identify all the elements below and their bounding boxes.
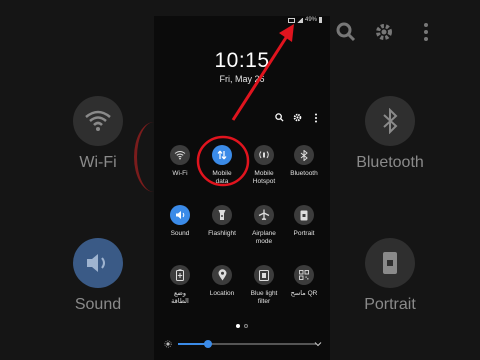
- quick-panel: 49% 10:15 Fri, May 26 Wi-Fi Mobile data …: [154, 16, 330, 360]
- clock-time: 10:15: [214, 49, 270, 72]
- battery-percent: 49%: [304, 17, 317, 23]
- status-bar: 49%: [287, 17, 322, 23]
- tile-label: ماسح QR: [290, 290, 318, 297]
- bg-bluetooth-icon: [365, 96, 415, 146]
- chevron-down-icon[interactable]: [314, 341, 322, 347]
- tile-label: Wi-Fi: [172, 170, 188, 177]
- bg-sound-label: Sound: [74, 296, 122, 313]
- panel-actions: [275, 112, 320, 123]
- bg-tile-sound: Sound: [50, 238, 146, 314]
- brightness-slider[interactable]: [164, 338, 324, 350]
- blue-light-icon: [254, 265, 274, 285]
- brightness-low-icon: [164, 340, 172, 348]
- gear-icon[interactable]: [293, 112, 302, 123]
- more-vert-icon[interactable]: [311, 112, 320, 123]
- search-icon[interactable]: [275, 112, 284, 123]
- bg-bluetooth-label: Bluetooth: [356, 154, 424, 171]
- bluetooth-icon: [294, 145, 314, 165]
- tile-label: وضع الطاقة: [171, 290, 189, 305]
- location-pin-icon: [212, 265, 232, 285]
- airplane-icon: [254, 205, 274, 225]
- bg-gear-icon: [374, 22, 398, 46]
- tile-label: Portrait: [293, 230, 315, 237]
- bg-tile-bluetooth: Bluetooth: [342, 96, 438, 172]
- bg-portrait-icon: [365, 238, 415, 288]
- bg-search-icon: [336, 22, 360, 46]
- tile-label: Sound: [170, 230, 190, 237]
- bg-tile-portrait: Portrait: [342, 238, 438, 314]
- tile-power-saving[interactable]: وضع الطاقة: [158, 265, 202, 306]
- tile-blue-light-filter[interactable]: Blue light filter: [242, 265, 286, 306]
- tile-bluetooth[interactable]: Bluetooth: [282, 145, 326, 178]
- battery-icon: [319, 17, 322, 23]
- bg-wifi-label: Wi-Fi: [79, 154, 117, 171]
- signal-icon: [296, 17, 303, 23]
- tile-mobile-hotspot[interactable]: Mobile Hotspot: [242, 145, 286, 186]
- page-dot-active[interactable]: [236, 324, 240, 328]
- tile-mobile-data[interactable]: Mobile data: [200, 145, 244, 186]
- bg-more-vert-icon: [416, 22, 440, 46]
- brightness-thumb[interactable]: [204, 340, 213, 348]
- tile-location[interactable]: Location: [200, 265, 244, 298]
- speaker-icon: [170, 205, 190, 225]
- brightness-track[interactable]: [178, 340, 316, 348]
- portrait-lock-icon: [294, 205, 314, 225]
- tile-sound[interactable]: Sound: [158, 205, 202, 238]
- tile-qr-scanner[interactable]: ماسح QR: [282, 265, 326, 298]
- qr-code-icon: [294, 265, 314, 285]
- battery-saver-icon: [170, 265, 190, 285]
- page-dot-inactive[interactable]: [244, 324, 248, 328]
- sim-icon: [287, 17, 295, 23]
- tile-label: Location: [209, 290, 235, 297]
- tile-label: Mobile Hotspot: [252, 170, 276, 185]
- tile-label: Flashlight: [208, 230, 236, 237]
- bg-speaker-icon: [73, 238, 123, 288]
- tile-label: Bluetooth: [290, 170, 318, 177]
- tile-flashlight[interactable]: Flashlight: [200, 205, 244, 238]
- tile-portrait[interactable]: Portrait: [282, 205, 326, 238]
- bg-tile-wifi: Wi-Fi: [50, 96, 146, 172]
- clock-date[interactable]: Fri, May 26: [154, 74, 330, 84]
- bg-portrait-label: Portrait: [364, 296, 416, 313]
- flashlight-icon: [212, 205, 232, 225]
- tile-airplane-mode[interactable]: Airplane mode: [242, 205, 286, 246]
- hotspot-icon: [254, 145, 274, 165]
- bg-wifi-icon: [73, 96, 123, 146]
- tile-label: Blue light filter: [250, 290, 278, 305]
- wifi-icon: [170, 145, 190, 165]
- data-arrows-icon: [212, 145, 232, 165]
- tile-label: Airplane mode: [252, 230, 276, 245]
- page-indicator: [236, 324, 248, 328]
- tile-label: Mobile data: [212, 170, 232, 185]
- tile-wifi[interactable]: Wi-Fi: [158, 145, 202, 178]
